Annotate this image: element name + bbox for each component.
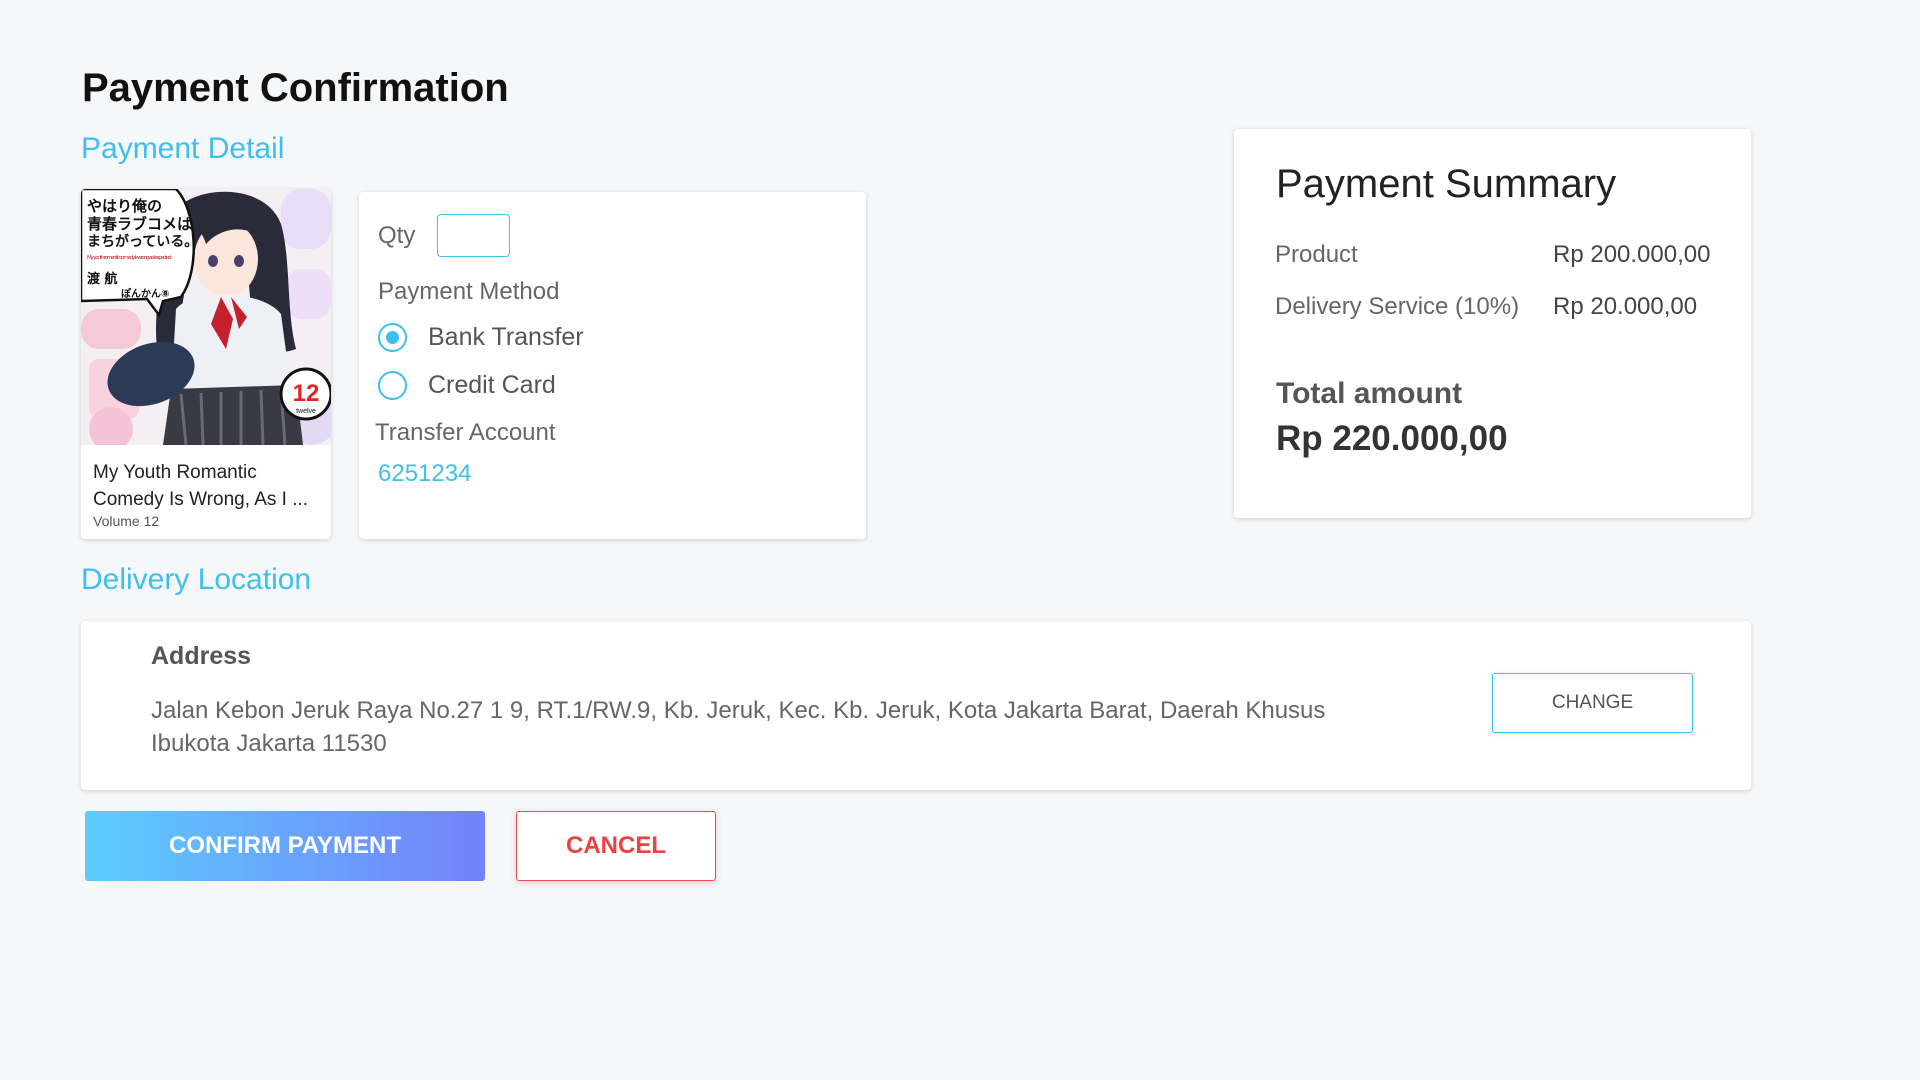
payment-summary-card: Payment Summary Product Rp 200.000,00 De…	[1234, 129, 1751, 518]
radio-button-checked[interactable]	[378, 323, 407, 352]
delivery-card: Address Jalan Kebon Jeruk Raya No.27 1 9…	[81, 621, 1751, 790]
product-name: My Youth Romantic Comedy Is Wrong, As I …	[93, 462, 309, 510]
total-amount-value: Rp 220.000,00	[1276, 419, 1508, 458]
cover-volume-word: twelve	[296, 408, 316, 415]
delivery-location-heading: Delivery Location	[81, 563, 312, 596]
cover-illustration: やはり俺の 青春ラブコメは まちがっている。 My youth romantic…	[81, 189, 331, 445]
payment-form-card: Qty Payment Method Bank Transfer Credit …	[359, 192, 866, 539]
radio-dot	[386, 331, 399, 344]
cover-title-line2: 青春ラブコメは	[87, 215, 192, 233]
radio-label-credit-card: Credit Card	[428, 371, 556, 399]
radio-button-unchecked[interactable]	[378, 371, 407, 400]
cover-subtitle-en: My youth romantic comedy is wrong as I e…	[87, 255, 172, 261]
transfer-account-value: 6251234	[378, 460, 472, 487]
payment-method-label: Payment Method	[378, 278, 560, 305]
transfer-account-label: Transfer Account	[375, 419, 556, 446]
book-cover-image: やはり俺の 青春ラブコメは まちがっている。 My youth romantic…	[81, 189, 331, 445]
cover-title-line3: まちがっている。	[87, 233, 198, 250]
change-address-button[interactable]: CHANGE	[1492, 673, 1693, 733]
summary-delivery-value: Rp 20.000,00	[1553, 293, 1698, 320]
cover-author: 渡 航	[87, 271, 118, 287]
confirm-payment-button[interactable]: CONFIRM PAYMENT	[85, 811, 485, 881]
total-amount-label: Total amount	[1276, 377, 1463, 410]
qty-input[interactable]	[437, 214, 510, 257]
cancel-button[interactable]: CANCEL	[516, 811, 716, 881]
cover-illustrator: ぽんかん⑧	[121, 287, 169, 300]
radio-label-bank-transfer: Bank Transfer	[428, 323, 584, 351]
cover-title-line1: やはり俺の	[87, 197, 162, 215]
summary-delivery-label: Delivery Service (10%)	[1275, 293, 1520, 320]
summary-title: Payment Summary	[1276, 162, 1617, 206]
address-title: Address	[151, 642, 252, 670]
summary-product-label: Product	[1275, 241, 1358, 268]
product-card[interactable]: やはり俺の 青春ラブコメは まちがっている。 My youth romantic…	[81, 189, 331, 539]
product-volume: Volume 12	[93, 513, 160, 529]
radio-bank-transfer[interactable]: Bank Transfer	[378, 323, 584, 352]
cover-volume-number: 12	[293, 380, 320, 407]
radio-credit-card[interactable]: Credit Card	[378, 371, 556, 400]
address-text: Jalan Kebon Jeruk Raya No.27 1 9, RT.1/R…	[151, 697, 1326, 757]
payment-detail-heading: Payment Detail	[81, 132, 285, 165]
summary-product-value: Rp 200.000,00	[1553, 241, 1711, 268]
qty-label: Qty	[378, 222, 416, 249]
page-title: Payment Confirmation	[82, 66, 509, 110]
